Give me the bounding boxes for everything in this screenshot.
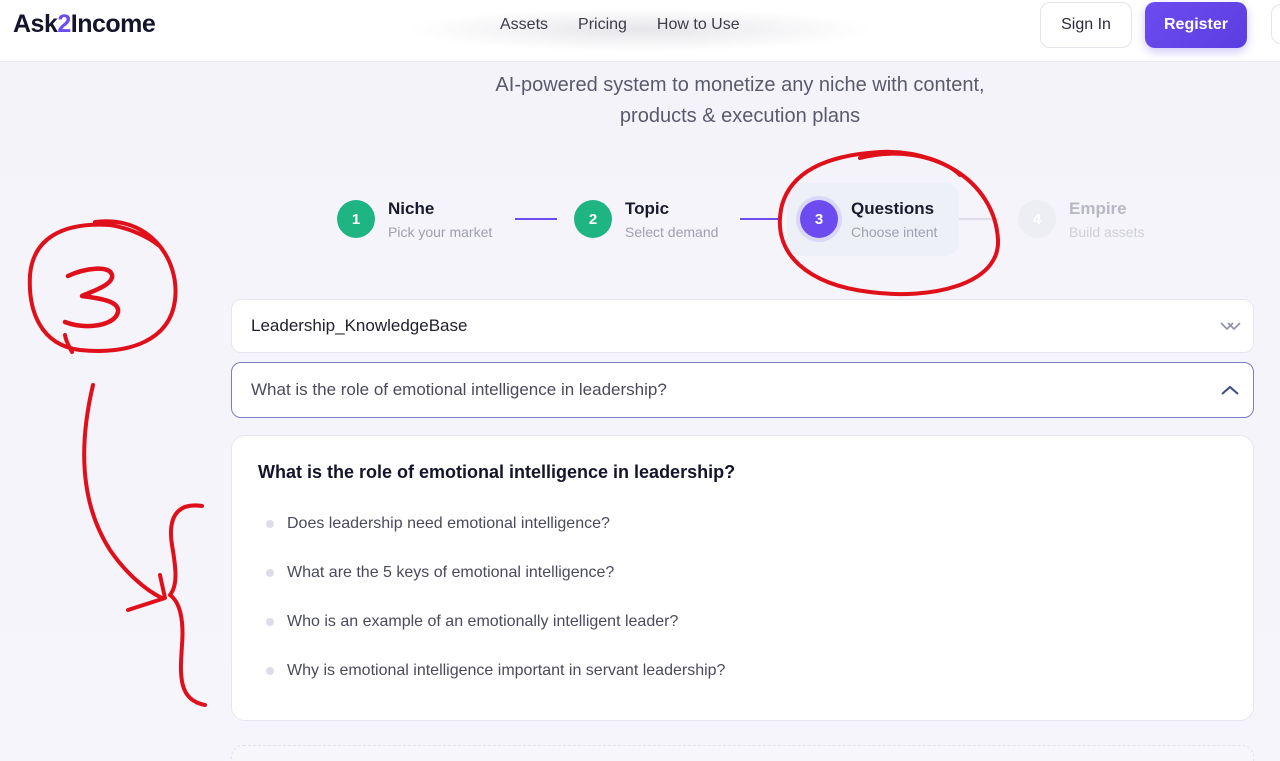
topic-select[interactable]: Leadership_KnowledgeBase [231, 299, 1254, 353]
main-nav: Assets Pricing How to Use [500, 14, 770, 36]
step-title: Questions [851, 199, 935, 218]
list-item[interactable]: Who is an example of an emotionally inte… [266, 613, 678, 631]
nav-assets[interactable]: Assets [500, 14, 548, 36]
step-number: 1 [337, 200, 375, 238]
step-number: 3 [800, 200, 838, 238]
bullet-icon [266, 569, 274, 577]
register-button[interactable]: Register [1145, 2, 1247, 48]
chevron-up-icon [1221, 385, 1239, 395]
list-item[interactable]: What are the 5 keys of emotional intelli… [266, 564, 614, 582]
top-navbar: Ask2Income Assets Pricing How to Use Sig… [0, 0, 1280, 62]
logo[interactable]: Ask2Income [13, 8, 156, 40]
annotation-circle-icon [27, 219, 178, 353]
question-select[interactable]: What is the role of emotional intelligen… [231, 362, 1254, 418]
list-item[interactable]: Why is emotional intelligence important … [266, 662, 725, 680]
bullet-icon [266, 520, 274, 528]
nav-pricing[interactable]: Pricing [578, 14, 627, 36]
step-desc: Build assets [1069, 224, 1145, 240]
question-card: What is the role of emotional intelligen… [231, 435, 1254, 721]
step-number: 4 [1018, 200, 1056, 238]
step-empire[interactable]: 4 Empire Build assets [1018, 199, 1145, 241]
card-title: What is the role of emotional intelligen… [258, 462, 736, 482]
topic-select-value: Leadership_KnowledgeBase [251, 316, 468, 335]
step-desc: Pick your market [388, 224, 493, 240]
next-section-card [231, 745, 1254, 761]
chevron-down-icon [1220, 322, 1241, 331]
bullet-icon [266, 618, 274, 626]
annotation-brace-icon [168, 503, 207, 707]
step-connector [740, 218, 780, 220]
sign-in-button[interactable]: Sign In [1040, 2, 1132, 48]
annotation-three-icon [62, 266, 121, 329]
step-connector [515, 218, 557, 220]
step-niche[interactable]: 1 Niche Pick your market [337, 199, 493, 241]
step-desc: Choose intent [851, 224, 938, 240]
hero-subtitle: AI-powered system to monetize any niche … [495, 74, 985, 127]
annotation-arrow-icon [82, 383, 164, 600]
step-questions[interactable]: 3 Questions Choose intent [800, 199, 938, 241]
step-connector [959, 218, 999, 220]
step-desc: Select demand [625, 224, 719, 240]
step-number: 2 [574, 200, 612, 238]
step-title: Empire [1069, 199, 1127, 218]
step-title: Topic [625, 199, 670, 218]
nav-how-to-use[interactable]: How to Use [657, 14, 740, 36]
step-topic[interactable]: 2 Topic Select demand [574, 199, 719, 241]
step-title: Niche [388, 199, 435, 218]
menu-button[interactable] [1271, 4, 1280, 44]
list-item[interactable]: Does leadership need emotional intellige… [266, 515, 610, 533]
bullet-icon [266, 667, 274, 675]
question-select-value: What is the role of emotional intelligen… [251, 380, 667, 399]
